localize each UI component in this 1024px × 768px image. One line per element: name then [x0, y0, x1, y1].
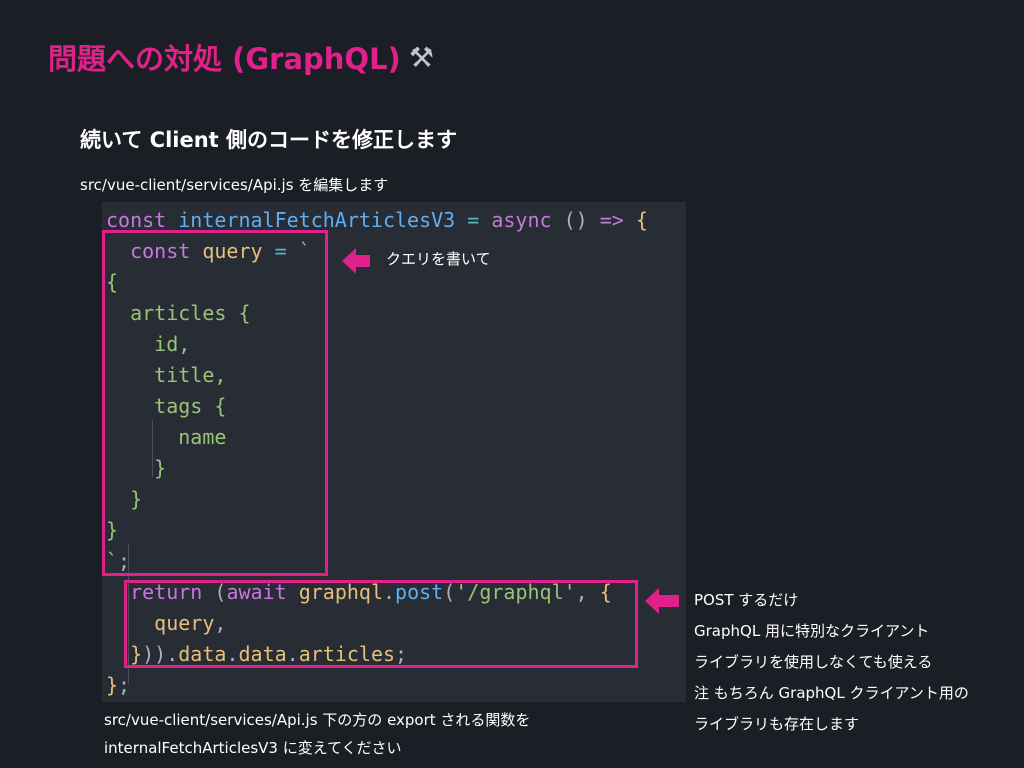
post-highlight-box [124, 580, 638, 668]
slide-subtitle: 続いて Client 側のコードを修正します [80, 128, 458, 152]
post-note-line: POST するだけ [694, 591, 799, 609]
post-note-line: ライブラリも存在します [694, 715, 860, 733]
footer-line: src/vue-client/services/Api.js 下の方の expo… [104, 711, 531, 729]
file-note: src/vue-client/services/Api.js を編集します [80, 176, 389, 194]
slide-title: 問題への対処 (GraphQL) ⚒ [48, 36, 434, 78]
post-note-line: ライブラリを使用しなくても使える [694, 653, 933, 671]
code-screenshot: const internalFetchArticlesV3 = async ()… [102, 202, 686, 702]
query-note: クエリを書いて [386, 250, 491, 268]
footer-line: internalFetchArticlesV3 に変えてください [104, 739, 402, 757]
left-arrow-icon [645, 588, 679, 614]
code-line: }; [106, 673, 131, 697]
post-note: POST するだけ GraphQL 用に特別なクライアント ライブラリを使用しな… [694, 585, 969, 740]
slide-title-text: 問題への対処 (GraphQL) [48, 42, 401, 76]
post-note-line: 注 もちろん GraphQL クライアント用の [694, 684, 969, 702]
query-highlight-box [102, 230, 328, 576]
footer-note: src/vue-client/services/Api.js 下の方の expo… [104, 706, 530, 762]
hammer-icon: ⚒ [408, 40, 434, 74]
post-note-line: GraphQL 用に特別なクライアント [694, 622, 930, 640]
left-arrow-icon [342, 248, 370, 274]
